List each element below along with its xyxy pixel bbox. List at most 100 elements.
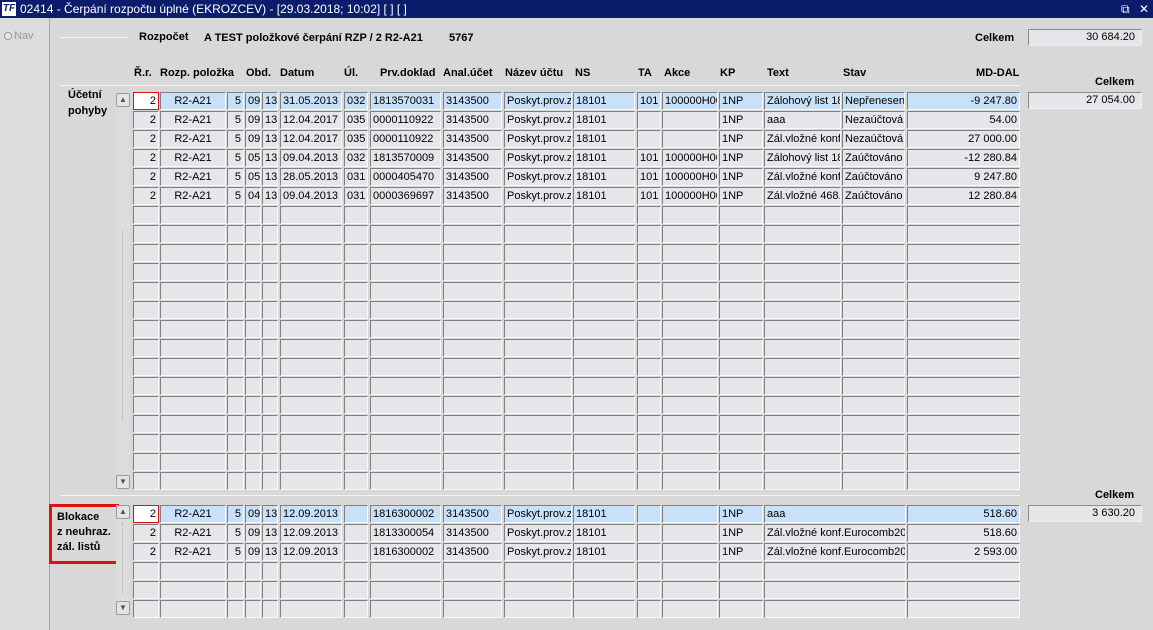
table-cell[interactable] bbox=[280, 453, 342, 471]
table-cell[interactable] bbox=[662, 524, 718, 542]
table-cell[interactable] bbox=[370, 206, 441, 224]
table-cell[interactable] bbox=[160, 263, 226, 281]
table-cell[interactable]: 3143500 bbox=[443, 168, 502, 186]
table-cell[interactable] bbox=[637, 339, 661, 357]
table-cell[interactable] bbox=[637, 453, 661, 471]
table-cell[interactable] bbox=[719, 263, 763, 281]
table-cell[interactable] bbox=[160, 472, 226, 490]
table-cell[interactable]: 1NP bbox=[719, 505, 763, 523]
table-cell[interactable]: 0000110922 bbox=[370, 130, 441, 148]
table-cell[interactable] bbox=[133, 339, 159, 357]
table-cell[interactable] bbox=[245, 263, 261, 281]
table-cell[interactable] bbox=[662, 434, 718, 452]
table-cell[interactable]: 13 bbox=[262, 505, 278, 523]
table-cell[interactable]: Poskyt.prov.zál bbox=[504, 168, 572, 186]
table-cell[interactable] bbox=[764, 377, 841, 395]
table-cell[interactable]: 05 bbox=[245, 168, 261, 186]
table-cell[interactable] bbox=[370, 301, 441, 319]
table-cell[interactable] bbox=[764, 320, 841, 338]
table-cell[interactable]: 09 bbox=[245, 130, 261, 148]
table-cell[interactable] bbox=[764, 396, 841, 414]
table-cell[interactable] bbox=[280, 600, 342, 618]
table-cell[interactable] bbox=[443, 472, 502, 490]
table-cell[interactable]: 1NP bbox=[719, 168, 763, 186]
table-cell[interactable]: 28.05.2013 bbox=[280, 168, 342, 186]
table-cell[interactable]: 5 bbox=[227, 187, 244, 205]
table-cell[interactable] bbox=[370, 396, 441, 414]
table-cell[interactable] bbox=[842, 358, 905, 376]
table-cell[interactable] bbox=[637, 225, 661, 243]
table-cell[interactable] bbox=[227, 358, 244, 376]
table-cell[interactable] bbox=[504, 453, 572, 471]
table-cell[interactable] bbox=[245, 581, 261, 599]
table-cell[interactable]: 0000405470 bbox=[370, 168, 441, 186]
table-cell[interactable] bbox=[842, 263, 905, 281]
table-cell[interactable]: 13 bbox=[262, 149, 278, 167]
table-cell[interactable] bbox=[370, 263, 441, 281]
table-cell[interactable]: Poskyt.prov.zál bbox=[504, 187, 572, 205]
table-cell[interactable]: 101 bbox=[637, 187, 661, 205]
table-cell[interactable] bbox=[443, 377, 502, 395]
table-cell[interactable] bbox=[637, 600, 661, 618]
table-cell[interactable]: 2 bbox=[133, 543, 159, 561]
table-cell[interactable] bbox=[662, 111, 718, 129]
table-cell[interactable]: 2 bbox=[133, 130, 159, 148]
table-cell[interactable]: 3143500 bbox=[443, 92, 502, 110]
table-cell[interactable] bbox=[842, 396, 905, 414]
table-cell[interactable]: Poskyt.prov.zál bbox=[504, 92, 572, 110]
table-cell[interactable] bbox=[662, 263, 718, 281]
table-cell[interactable]: 12.04.2017 bbox=[280, 130, 342, 148]
table-cell[interactable] bbox=[133, 434, 159, 452]
table-cell[interactable] bbox=[344, 562, 368, 580]
table-cell[interactable]: 5 bbox=[227, 543, 244, 561]
table-cell[interactable] bbox=[344, 543, 368, 561]
table-cell[interactable] bbox=[662, 130, 718, 148]
ucetni-celkem-field[interactable]: 27 054.00 bbox=[1028, 92, 1142, 109]
table-cell[interactable] bbox=[280, 377, 342, 395]
table-cell[interactable] bbox=[262, 244, 278, 262]
table-cell[interactable] bbox=[504, 415, 572, 433]
table-cell[interactable] bbox=[907, 263, 1020, 281]
table-cell[interactable] bbox=[133, 377, 159, 395]
table-cell[interactable] bbox=[262, 206, 278, 224]
table-cell[interactable]: 27 000.00 bbox=[907, 130, 1020, 148]
table-cell[interactable]: 3143500 bbox=[443, 543, 502, 561]
table-cell[interactable] bbox=[764, 600, 906, 618]
table-cell[interactable] bbox=[262, 282, 278, 300]
table-cell[interactable]: Zál.vložné konf bbox=[764, 168, 841, 186]
table-cell[interactable]: 5 bbox=[227, 92, 244, 110]
table-cell[interactable] bbox=[719, 225, 763, 243]
table-cell[interactable] bbox=[842, 206, 905, 224]
table-cell[interactable] bbox=[245, 244, 261, 262]
table-cell[interactable]: Zaúčtováno bbox=[842, 187, 905, 205]
table-cell[interactable]: 1816300002 bbox=[370, 543, 441, 561]
table-cell[interactable]: 9 247.80 bbox=[907, 168, 1020, 186]
table-cell[interactable] bbox=[907, 206, 1020, 224]
table-cell[interactable] bbox=[573, 453, 635, 471]
table-cell[interactable] bbox=[764, 453, 841, 471]
scroll-track[interactable] bbox=[122, 231, 124, 421]
scroll-up-icon[interactable]: ▲ bbox=[116, 93, 130, 107]
table-cell[interactable]: 09 bbox=[245, 92, 261, 110]
table-cell[interactable] bbox=[160, 434, 226, 452]
table-cell[interactable] bbox=[262, 472, 278, 490]
table-cell[interactable] bbox=[160, 396, 226, 414]
table-cell[interactable] bbox=[764, 244, 841, 262]
table-cell[interactable]: 1NP bbox=[719, 524, 763, 542]
table-cell[interactable] bbox=[637, 434, 661, 452]
table-cell[interactable] bbox=[842, 244, 905, 262]
table-cell[interactable] bbox=[245, 339, 261, 357]
table-cell[interactable] bbox=[160, 225, 226, 243]
table-cell[interactable] bbox=[344, 505, 368, 523]
table-cell[interactable]: 18101 bbox=[573, 111, 635, 129]
table-cell[interactable] bbox=[443, 581, 502, 599]
table-cell[interactable] bbox=[719, 206, 763, 224]
table-cell[interactable] bbox=[907, 453, 1020, 471]
table-cell[interactable]: 3143500 bbox=[443, 505, 502, 523]
table-cell[interactable] bbox=[764, 282, 841, 300]
table-cell[interactable] bbox=[280, 282, 342, 300]
table-cell[interactable] bbox=[262, 396, 278, 414]
table-cell[interactable] bbox=[662, 282, 718, 300]
table-cell[interactable] bbox=[227, 263, 244, 281]
table-cell[interactable]: 13 bbox=[262, 524, 278, 542]
